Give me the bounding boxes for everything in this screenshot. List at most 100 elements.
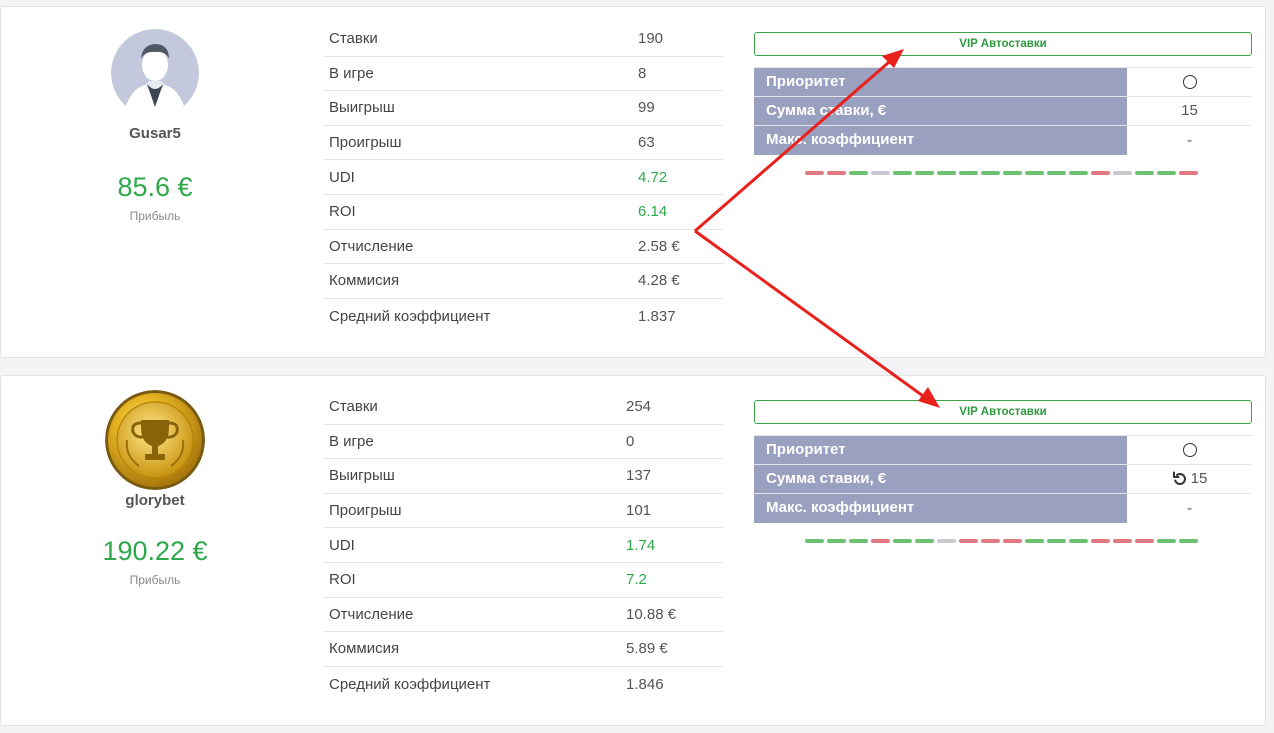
stat-value: 4.28 € (638, 272, 680, 290)
stat-row-roi: ROI 7.2 (323, 563, 724, 598)
stat-value: 1.837 (638, 307, 676, 325)
vip-value[interactable]: - (1127, 126, 1252, 155)
vip-autobets-panel: VIP Автоставки Приоритет Сумма ставки, €… (754, 400, 1252, 543)
vip-row-max-coef: Макс. коэффициент - (754, 494, 1252, 523)
undo-icon[interactable] (1172, 471, 1188, 487)
stat-row-commission: Коммисия 5.89 € (323, 632, 724, 667)
radio-icon[interactable] (1182, 75, 1197, 89)
stat-label: Ставки (329, 30, 378, 48)
vip-value (1127, 436, 1252, 464)
profit-value: 85.6 € (117, 172, 193, 202)
username[interactable]: glorybet (65, 492, 245, 509)
vip-settings-table: Приоритет Сумма ставки, € 15 Макс. коэфф… (754, 67, 1252, 155)
history-dash-win (1025, 171, 1044, 175)
stat-label: Проигрыш (329, 502, 402, 520)
history-dash-win (1157, 539, 1176, 543)
stat-value: 190 (638, 30, 664, 48)
vip-value[interactable]: - (1127, 494, 1252, 523)
history-dash-win (805, 539, 824, 543)
history-dash-loss (827, 171, 846, 175)
vip-value-text: 15 (1190, 470, 1208, 487)
stat-label: Коммисия (329, 272, 400, 290)
stat-label: Ставки (329, 398, 378, 416)
stats-table: Ставки 254 В игре 0 Выигрыш 137 Проигрыш 101… (323, 390, 724, 701)
radio-icon[interactable] (1182, 443, 1197, 457)
history-dash-win (1069, 539, 1088, 543)
history-dash-win (1179, 539, 1198, 543)
history-dash-win (959, 171, 978, 175)
stat-row-bets: Ставки 190 (323, 22, 724, 57)
vip-autobets-button[interactable]: VIP Автоставки (754, 32, 1252, 56)
stat-label: В игре (329, 432, 374, 450)
stat-value: 7.2 (626, 571, 647, 589)
vip-value[interactable]: 15 (1127, 97, 1252, 125)
vip-value[interactable]: 15 (1127, 465, 1252, 493)
vip-key: Приоритет (754, 68, 1127, 96)
history-dash-loss (1091, 539, 1110, 543)
history-dash-loss (1003, 539, 1022, 543)
stat-value: 0 (626, 432, 635, 450)
stat-value: 254 (626, 398, 652, 416)
vip-row-stake: Сумма ставки, € 15 (754, 97, 1252, 126)
user-profile: glorybet 190.22 € Прибыль (65, 390, 245, 587)
vip-key: Макс. коэффициент (754, 494, 1127, 523)
history-dash-win (1069, 171, 1088, 175)
username[interactable]: Gusar5 (65, 125, 245, 142)
gold-trophy-avatar-icon[interactable] (105, 390, 205, 490)
history-dash-win (915, 171, 934, 175)
stat-row-bets: Ставки 254 (323, 390, 724, 425)
default-user-avatar-icon[interactable] (111, 29, 199, 117)
stat-value: 101 (626, 502, 652, 520)
stat-label: ROI (329, 571, 356, 589)
stat-value: 4.72 (638, 168, 668, 186)
stats-table: Ставки 190 В игре 8 Выигрыш 99 Проигрыш 63 U… (323, 22, 724, 333)
stat-value: 1.846 (626, 675, 664, 693)
history-dash-loss (959, 539, 978, 543)
stat-row-in-game: В игре 0 (323, 425, 724, 460)
history-dash-loss (1113, 539, 1132, 543)
vip-row-max-coef: Макс. коэффициент - (754, 126, 1252, 155)
history-dash-win (849, 539, 868, 543)
stat-label: UDI (329, 536, 355, 554)
stat-label: Отчисление (329, 237, 414, 255)
history-dash-neutral (871, 171, 890, 175)
history-dash-neutral (937, 539, 956, 543)
bet-history-bar (805, 171, 1252, 175)
user-profile: Gusar5 85.6 € Прибыль (65, 29, 245, 223)
history-dash-win (915, 539, 934, 543)
stat-row-avg-coef: Средний коэффициент 1.846 (323, 667, 724, 702)
stat-value: 137 (626, 467, 652, 485)
stat-value: 99 (638, 99, 655, 117)
stat-row-wins: Выигрыш 137 (323, 459, 724, 494)
history-dash-win (1047, 539, 1066, 543)
vip-settings-table: Приоритет Сумма ставки, € 15 Макс. коэфф… (754, 435, 1252, 523)
stat-label: Проигрыш (329, 134, 402, 152)
stat-row-losses: Проигрыш 101 (323, 494, 724, 529)
history-dash-win (1003, 171, 1022, 175)
stat-row-udi: UDI 1.74 (323, 528, 724, 563)
stat-label: Отчисление (329, 605, 414, 623)
stat-label: Средний коэффициент (329, 307, 491, 325)
history-dash-loss (1135, 539, 1154, 543)
stat-row-roi: ROI 6.14 (323, 195, 724, 230)
stat-label: ROI (329, 203, 356, 221)
vip-value-text: - (1187, 131, 1192, 149)
user-card-1: Gusar5 85.6 € Прибыль Ставки 190 В игре 8 … (0, 6, 1266, 358)
stat-label: Выигрыш (329, 467, 395, 485)
stat-row-deduction: Отчисление 10.88 € (323, 598, 724, 633)
stat-label: Коммисия (329, 640, 400, 658)
vip-key: Макс. коэффициент (754, 126, 1127, 155)
stat-value: 2.58 € (638, 237, 680, 255)
profit-label: Прибыль (129, 573, 181, 587)
vip-autobets-button[interactable]: VIP Автоставки (754, 400, 1252, 424)
vip-row-priority: Приоритет (754, 436, 1252, 465)
history-dash-neutral (1113, 171, 1132, 175)
vip-value-text: 15 (1181, 102, 1198, 119)
history-dash-loss (1179, 171, 1198, 175)
history-dash-win (849, 171, 868, 175)
vip-key: Сумма ставки, € (754, 97, 1127, 125)
history-dash-win (981, 171, 1000, 175)
stat-label: Средний коэффициент (329, 675, 491, 693)
stat-value: 5.89 € (626, 640, 668, 658)
vip-value-text: - (1187, 499, 1192, 517)
